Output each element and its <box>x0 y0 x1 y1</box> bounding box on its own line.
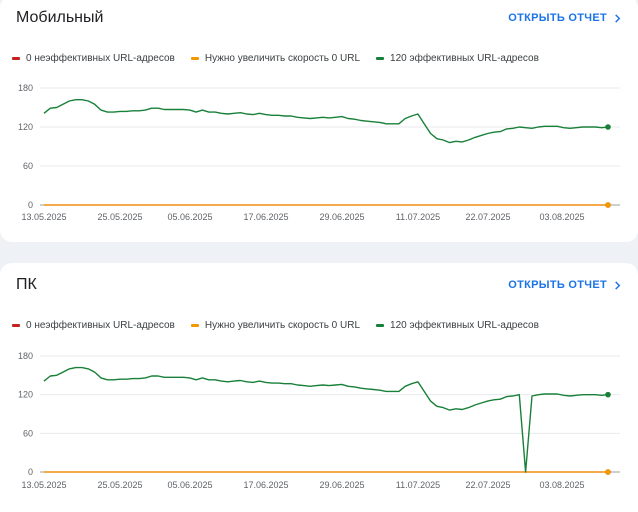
x-tick-label: 25.05.2025 <box>97 480 142 490</box>
x-tick-label: 03.08.2025 <box>539 480 584 490</box>
x-tick-label: 17.06.2025 <box>243 212 288 222</box>
y-tick-label: 60 <box>23 428 33 438</box>
x-tick-label: 25.05.2025 <box>97 212 142 222</box>
series-endpoint <box>605 391 611 398</box>
y-tick-label: 120 <box>18 122 33 132</box>
x-tick-label: 13.05.2025 <box>21 212 66 222</box>
y-tick-label: 60 <box>23 161 33 171</box>
x-tick-label: 05.06.2025 <box>167 212 212 222</box>
x-tick-label: 11.07.2025 <box>396 212 440 222</box>
y-tick-label: 180 <box>18 351 33 361</box>
line-chart: 0 60 120 180 13.05.2025 25.05.2025 05.06.2025 1… <box>18 83 620 222</box>
series-endpoint <box>605 469 611 475</box>
x-tick-label: 22.07.2025 <box>465 212 510 222</box>
card-desktop: ПК ОТКРЫТЬ ОТЧЕТ 0 неэффективных URL-адр… <box>0 263 638 512</box>
x-tick-label: 17.06.2025 <box>243 480 288 490</box>
y-tick-label: 0 <box>28 200 33 210</box>
y-tick-label: 120 <box>18 390 33 400</box>
y-tick-label: 0 <box>28 467 33 477</box>
series-line <box>43 99 609 144</box>
series-line <box>43 366 609 473</box>
y-tick-label: 180 <box>18 83 33 93</box>
x-tick-label: 29.06.2025 <box>319 480 364 490</box>
x-tick-label: 05.06.2025 <box>167 480 212 490</box>
card-mobile: Мобильный ОТКРЫТЬ ОТЧЕТ 0 неэффективных … <box>0 0 638 242</box>
series-endpoint <box>605 124 611 130</box>
line-chart: 0 60 120 180 13.05.2025 25.05.2025 05.06.2025 1… <box>18 351 620 490</box>
x-tick-label: 29.06.2025 <box>319 212 364 222</box>
x-tick-label: 22.07.2025 <box>465 480 510 490</box>
x-tick-label: 13.05.2025 <box>21 480 66 490</box>
x-tick-label: 11.07.2025 <box>396 480 440 490</box>
x-tick-label: 03.08.2025 <box>539 212 584 222</box>
series-endpoint <box>605 202 611 208</box>
